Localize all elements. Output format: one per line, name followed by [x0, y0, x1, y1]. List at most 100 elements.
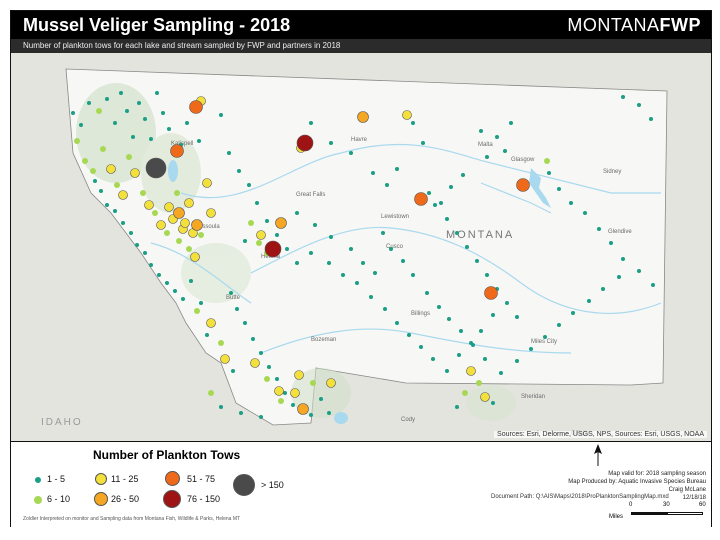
sample-point-tiny-teal-dot[interactable] [247, 183, 251, 187]
sample-point-tiny-teal-dot[interactable] [651, 283, 655, 287]
sample-point-yellow-dot[interactable] [466, 366, 476, 376]
sample-point-tiny-teal-dot[interactable] [449, 185, 453, 189]
sample-point-tiny-teal-dot[interactable] [243, 239, 247, 243]
sample-point-small-green-dot[interactable] [186, 246, 192, 252]
sample-point-tiny-teal-dot[interactable] [637, 103, 641, 107]
sample-point-tiny-teal-dot[interactable] [327, 411, 331, 415]
sample-point-tiny-teal-dot[interactable] [243, 321, 247, 325]
sample-point-tiny-teal-dot[interactable] [587, 299, 591, 303]
sample-point-tiny-teal-dot[interactable] [105, 97, 109, 101]
sample-point-tiny-teal-dot[interactable] [369, 295, 373, 299]
sample-point-tiny-teal-dot[interactable] [649, 117, 653, 121]
sample-point-small-green-dot[interactable] [114, 182, 120, 188]
sample-point-tiny-teal-dot[interactable] [99, 189, 103, 193]
sample-point-tiny-teal-dot[interactable] [461, 173, 465, 177]
sample-point-tiny-teal-dot[interactable] [143, 251, 147, 255]
sample-point-tiny-teal-dot[interactable] [143, 117, 147, 121]
sample-point-small-green-dot[interactable] [218, 340, 224, 346]
sample-point-tiny-teal-dot[interactable] [173, 289, 177, 293]
sample-point-tiny-teal-dot[interactable] [491, 313, 495, 317]
sample-point-yellow-dot[interactable] [290, 388, 300, 398]
sample-point-tiny-teal-dot[interactable] [503, 149, 507, 153]
sample-point-tiny-teal-dot[interactable] [529, 347, 533, 351]
sample-point-dark-red-dot[interactable] [296, 134, 314, 152]
sample-point-tiny-teal-dot[interactable] [479, 129, 483, 133]
sample-point-small-green-dot[interactable] [90, 168, 96, 174]
sample-point-orange-dot[interactable] [173, 207, 185, 219]
sample-point-tiny-teal-dot[interactable] [349, 151, 353, 155]
sample-point-tiny-teal-dot[interactable] [113, 209, 117, 213]
sample-point-small-green-dot[interactable] [278, 398, 284, 404]
sample-point-yellow-dot[interactable] [190, 252, 200, 262]
sample-point-tiny-teal-dot[interactable] [309, 121, 313, 125]
sample-point-yellow-dot[interactable] [402, 110, 412, 120]
sample-point-small-green-dot[interactable] [544, 158, 550, 164]
sample-point-tiny-teal-dot[interactable] [255, 201, 259, 205]
sample-point-tiny-teal-dot[interactable] [401, 259, 405, 263]
sample-point-tiny-teal-dot[interactable] [149, 263, 153, 267]
sample-point-tiny-teal-dot[interactable] [509, 121, 513, 125]
sample-point-tiny-teal-dot[interactable] [165, 281, 169, 285]
sample-point-small-green-dot[interactable] [74, 138, 80, 144]
sample-point-gray-dot[interactable] [145, 157, 167, 179]
sample-point-tiny-teal-dot[interactable] [137, 101, 141, 105]
sample-point-tiny-teal-dot[interactable] [295, 261, 299, 265]
sample-point-yellow-dot[interactable] [480, 392, 490, 402]
sample-point-yellow-dot[interactable] [250, 358, 260, 368]
sample-point-tiny-teal-dot[interactable] [547, 171, 551, 175]
sample-point-tiny-teal-dot[interactable] [199, 301, 203, 305]
sample-point-tiny-teal-dot[interactable] [113, 121, 117, 125]
sample-point-tiny-teal-dot[interactable] [381, 231, 385, 235]
sample-point-yellow-dot[interactable] [202, 178, 212, 188]
sample-point-yellow-dot[interactable] [274, 386, 284, 396]
sample-point-tiny-teal-dot[interactable] [433, 203, 437, 207]
sample-point-small-green-dot[interactable] [264, 376, 270, 382]
sample-point-yellow-dot[interactable] [206, 318, 216, 328]
sample-point-tiny-teal-dot[interactable] [185, 121, 189, 125]
sample-point-tiny-teal-dot[interactable] [275, 377, 279, 381]
sample-point-small-green-dot[interactable] [126, 154, 132, 160]
sample-point-dark-orange-dot[interactable] [189, 100, 203, 114]
sample-point-tiny-teal-dot[interactable] [327, 261, 331, 265]
sample-point-tiny-teal-dot[interactable] [557, 323, 561, 327]
sample-point-tiny-teal-dot[interactable] [149, 137, 153, 141]
sample-point-tiny-teal-dot[interactable] [197, 139, 201, 143]
sample-point-tiny-teal-dot[interactable] [479, 329, 483, 333]
sample-point-yellow-dot[interactable] [130, 168, 140, 178]
sample-point-small-green-dot[interactable] [140, 190, 146, 196]
sample-point-tiny-teal-dot[interactable] [309, 413, 313, 417]
sample-point-tiny-teal-dot[interactable] [239, 411, 243, 415]
sample-point-tiny-teal-dot[interactable] [425, 291, 429, 295]
sample-point-tiny-teal-dot[interactable] [395, 167, 399, 171]
sample-point-tiny-teal-dot[interactable] [227, 151, 231, 155]
sample-point-tiny-teal-dot[interactable] [329, 235, 333, 239]
sample-point-tiny-teal-dot[interactable] [295, 211, 299, 215]
sample-point-tiny-teal-dot[interactable] [457, 353, 461, 357]
sample-point-small-green-dot[interactable] [152, 210, 158, 216]
sample-point-small-green-dot[interactable] [174, 190, 180, 196]
sample-point-tiny-teal-dot[interactable] [515, 315, 519, 319]
sample-point-tiny-teal-dot[interactable] [371, 171, 375, 175]
map-panel[interactable]: Havre Malta Glasgow Sidney Glendive Great Fal… [11, 53, 711, 441]
sample-point-tiny-teal-dot[interactable] [385, 183, 389, 187]
sample-point-dark-red-dot[interactable] [264, 240, 282, 258]
sample-point-small-green-dot[interactable] [476, 380, 482, 386]
sample-point-small-green-dot[interactable] [462, 390, 468, 396]
sample-point-tiny-teal-dot[interactable] [259, 351, 263, 355]
sample-point-tiny-teal-dot[interactable] [459, 329, 463, 333]
sample-point-yellow-dot[interactable] [106, 164, 116, 174]
sample-point-tiny-teal-dot[interactable] [421, 141, 425, 145]
sample-point-tiny-teal-dot[interactable] [621, 95, 625, 99]
sample-point-orange-dot[interactable] [191, 219, 203, 231]
sample-point-yellow-dot[interactable] [326, 378, 336, 388]
sample-point-yellow-dot[interactable] [256, 230, 266, 240]
sample-point-tiny-teal-dot[interactable] [155, 91, 159, 95]
sample-point-small-green-dot[interactable] [96, 108, 102, 114]
sample-point-tiny-teal-dot[interactable] [505, 301, 509, 305]
sample-point-tiny-teal-dot[interactable] [267, 365, 271, 369]
sample-point-tiny-teal-dot[interactable] [121, 221, 125, 225]
sample-point-tiny-teal-dot[interactable] [583, 211, 587, 215]
sample-point-tiny-teal-dot[interactable] [361, 261, 365, 265]
sample-point-tiny-teal-dot[interactable] [157, 273, 161, 277]
sample-point-tiny-teal-dot[interactable] [419, 345, 423, 349]
